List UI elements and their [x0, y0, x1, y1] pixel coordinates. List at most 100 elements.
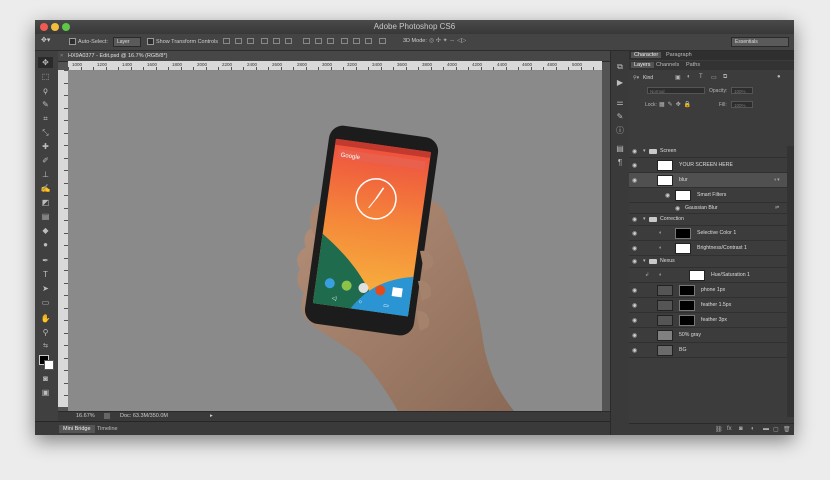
filter-search-icon[interactable]: ⚲▾ — [633, 75, 639, 81]
visibility-eye-icon[interactable]: ◉ — [632, 332, 637, 339]
move-tool-icon[interactable]: ✥ — [38, 57, 53, 68]
layers-scrollbar[interactable] — [787, 146, 794, 417]
visibility-eye-icon[interactable]: ◉ — [632, 347, 637, 354]
lasso-tool-icon[interactable]: ϙ — [38, 85, 53, 96]
zoom-level[interactable]: 16.67% — [76, 413, 95, 419]
distribute-left-icon[interactable] — [341, 38, 348, 44]
visibility-eye-icon[interactable]: ◉ — [632, 302, 637, 309]
clone-stamp-icon[interactable]: ⊥ — [38, 169, 53, 180]
layer-row[interactable]: ◉ ▾ Screen — [629, 146, 787, 158]
align-hcenter-icon[interactable] — [273, 38, 280, 44]
new-layer-icon[interactable]: ▢ — [773, 426, 779, 433]
tab-timeline[interactable]: Timeline — [93, 425, 122, 433]
image-canvas[interactable]: Google ◁ ○ ▭ — [68, 71, 602, 411]
eyedropper-tool-icon[interactable]: ⤡ — [38, 127, 53, 138]
tab-channels[interactable]: Channels — [653, 62, 682, 68]
layer-mask-thumbnail[interactable] — [675, 243, 691, 254]
paragraph-panel-icon[interactable]: ¶ — [616, 159, 624, 167]
distribute-right-icon[interactable] — [365, 38, 372, 44]
swap-colors-icon[interactable]: ⇆ — [38, 341, 53, 352]
history-brush-icon[interactable]: ✍ — [38, 183, 53, 194]
layer-mask-thumbnail[interactable] — [679, 285, 695, 296]
filter-kind-dropdown[interactable]: Kind — [643, 75, 653, 81]
filter-smart-object-icon[interactable]: ⧉ — [723, 74, 727, 81]
distribute-vcenter-icon[interactable] — [315, 38, 322, 44]
visibility-eye-icon[interactable]: ◉ — [632, 177, 637, 184]
quick-select-tool-icon[interactable]: ✎ — [38, 99, 53, 110]
filter-type-icon[interactable]: T — [699, 74, 703, 80]
show-transform-checkbox[interactable] — [147, 38, 154, 45]
visibility-eye-icon[interactable]: ◉ — [665, 192, 670, 199]
move-tool-icon[interactable]: ✥▾ — [41, 36, 50, 44]
layer-row[interactable]: ◉ ▾ Nexus — [629, 256, 787, 268]
quick-mask-icon[interactable]: ◙ — [38, 373, 53, 384]
layer-row[interactable]: ◉ YOUR SCREEN HERE — [629, 158, 787, 173]
healing-brush-icon[interactable]: ✚ — [38, 141, 53, 152]
auto-select-target-dropdown[interactable]: Layer — [113, 37, 141, 47]
zoom-tool-icon[interactable]: ⚲ — [38, 327, 53, 338]
layer-row[interactable]: ◉ ◐ Brightness/Contrast 1 — [629, 241, 787, 256]
info-panel-icon[interactable]: ⓘ — [616, 127, 624, 135]
marquee-tool-icon[interactable]: ⬚ — [38, 71, 53, 82]
lock-options-icons[interactable]: ▦✎✥🔒 — [659, 101, 694, 108]
close-tab-icon[interactable]: × — [60, 53, 63, 59]
visibility-eye-icon[interactable]: ◉ — [632, 258, 637, 265]
horizontal-ruler[interactable]: 1000 1200 1400 1600 1800 2000 2200 2400 … — [68, 61, 602, 71]
layer-mask-thumbnail[interactable] — [679, 315, 695, 326]
auto-align-icon[interactable] — [379, 38, 386, 44]
hand-tool-icon[interactable]: ✋ — [38, 313, 53, 324]
layer-row[interactable]: ◉ ▾ Correction — [629, 214, 787, 226]
character-panel-icon[interactable]: ▤ — [616, 145, 624, 153]
distribute-hcenter-icon[interactable] — [353, 38, 360, 44]
new-adjustment-icon[interactable]: ◐ — [751, 426, 755, 432]
visibility-eye-icon[interactable]: ◉ — [675, 205, 680, 212]
actions-play-icon[interactable]: ▶ — [616, 79, 624, 87]
path-select-icon[interactable]: ➤ — [38, 283, 53, 294]
layer-mask-thumbnail[interactable] — [675, 228, 691, 239]
tab-mini-bridge[interactable]: Mini Bridge — [59, 425, 95, 433]
pen-tool-icon[interactable]: ✒ — [38, 255, 53, 266]
auto-select-checkbox[interactable] — [69, 38, 76, 45]
distribute-top-icon[interactable] — [303, 38, 310, 44]
layer-row[interactable]: ↲ ◐ Hue/Saturation 1 — [629, 268, 787, 283]
align-right-icon[interactable] — [285, 38, 292, 44]
screen-mode-icon[interactable]: ▣ — [38, 387, 53, 398]
visibility-eye-icon[interactable]: ◉ — [632, 245, 637, 252]
tab-layers[interactable]: Layers — [631, 62, 654, 68]
group-disclosure-icon[interactable]: ▾ — [643, 258, 646, 264]
dodge-tool-icon[interactable]: ● — [38, 239, 53, 250]
history-panel-icon[interactable]: ⧉ — [616, 63, 624, 71]
add-mask-icon[interactable]: ◙ — [739, 426, 743, 432]
shape-tool-icon[interactable]: ▭ — [38, 297, 53, 308]
layer-row[interactable]: ◉ feather 1.5px — [629, 298, 787, 313]
layer-style-icon[interactable]: fx — [727, 426, 732, 432]
layer-row[interactable]: ◉ Smart Filters — [629, 188, 787, 203]
eraser-tool-icon[interactable]: ◩ — [38, 197, 53, 208]
align-top-icon[interactable] — [223, 38, 230, 44]
brush-tool-icon[interactable]: ✐ — [38, 155, 53, 166]
layer-mask-thumbnail[interactable] — [689, 270, 705, 281]
blend-mode-dropdown[interactable]: Normal — [647, 87, 705, 94]
layer-row[interactable]: ◉ ◐ Selective Color 1 — [629, 226, 787, 241]
delete-layer-icon[interactable]: 🗑 — [783, 426, 791, 433]
align-left-icon[interactable] — [261, 38, 268, 44]
visibility-eye-icon[interactable]: ◉ — [632, 148, 637, 155]
tab-paths[interactable]: Paths — [683, 62, 703, 68]
tab-character[interactable]: Character — [631, 52, 662, 58]
filter-shape-icon[interactable]: ▭ — [711, 74, 717, 81]
type-tool-icon[interactable]: T — [38, 269, 53, 280]
tab-paragraph[interactable]: Paragraph — [663, 52, 695, 58]
visibility-eye-icon[interactable]: ◉ — [632, 162, 637, 169]
layer-row[interactable]: ◉ Gaussian Blur ⇌ — [629, 203, 787, 214]
link-layers-icon[interactable]: ⛓ — [715, 426, 723, 433]
workspace-dropdown[interactable]: Essentials — [731, 37, 789, 47]
layer-row[interactable]: ◉ phone 1px — [629, 283, 787, 298]
align-bottom-icon[interactable] — [247, 38, 254, 44]
filter-pixel-icon[interactable]: ▣ — [675, 74, 681, 81]
filter-toggle-icon[interactable]: ● — [777, 74, 781, 80]
visibility-eye-icon[interactable]: ◉ — [632, 216, 637, 223]
new-group-icon[interactable]: ▬ — [763, 426, 769, 432]
status-menu-arrow-icon[interactable]: ▸ — [210, 413, 213, 419]
align-vcenter-icon[interactable] — [235, 38, 242, 44]
background-color-swatch[interactable] — [44, 360, 54, 370]
